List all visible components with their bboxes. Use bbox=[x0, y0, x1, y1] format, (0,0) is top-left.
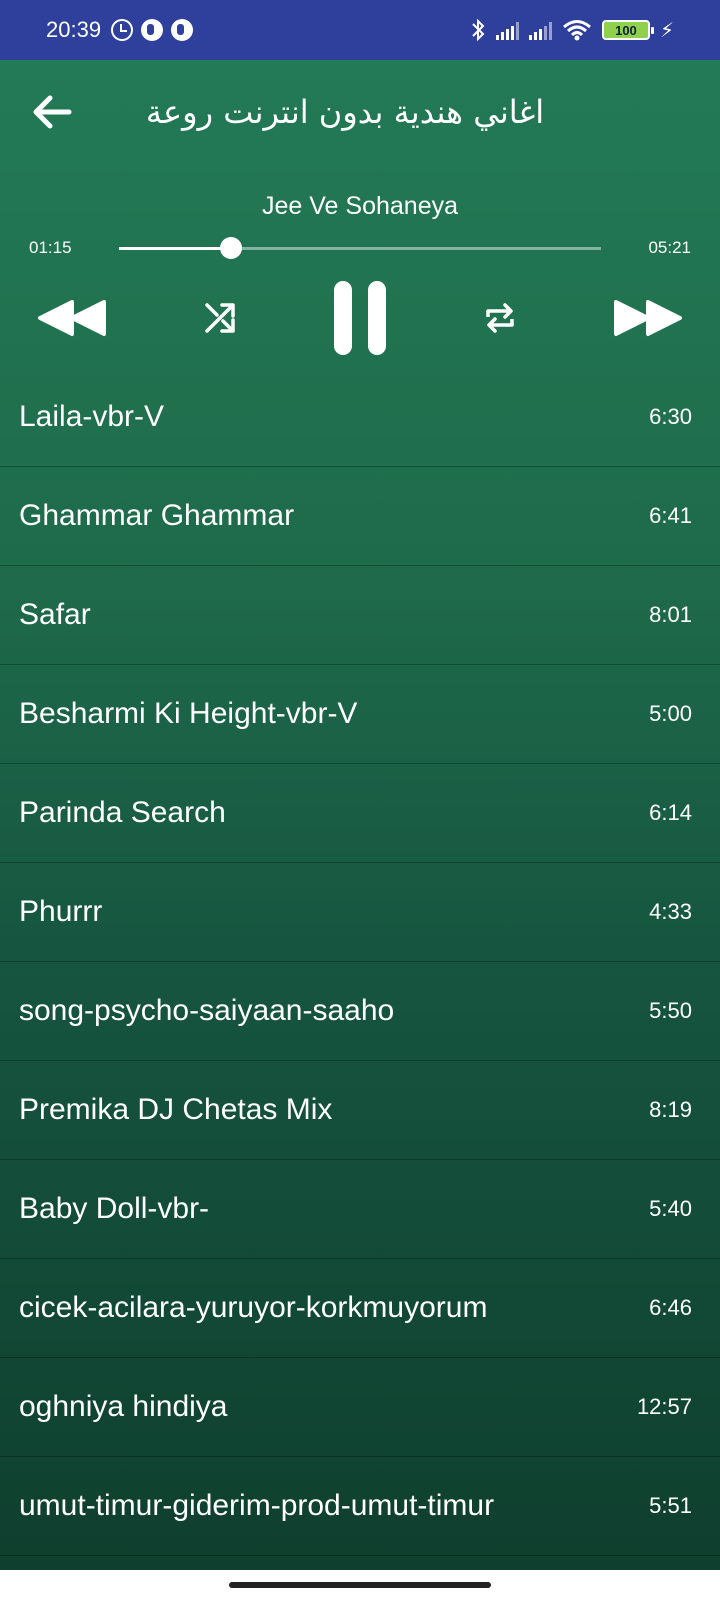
playback-controls bbox=[0, 268, 720, 368]
song-title: Besharmi Ki Height-vbr-V bbox=[19, 697, 358, 730]
song-list-item[interactable]: song-psycho-saiyaan-saaho 5:50 bbox=[0, 962, 720, 1061]
seek-bar[interactable] bbox=[119, 236, 601, 259]
song-list-item[interactable]: umut-timur-giderim-prod-umut-timur 5:51 bbox=[0, 1457, 720, 1556]
song-title: Safar bbox=[19, 598, 91, 631]
battery-icon: 100 bbox=[601, 20, 654, 40]
status-bar: 20:39 100 ⚡ bbox=[0, 0, 720, 60]
repeat-button[interactable] bbox=[483, 301, 517, 335]
song-duration: 5:51 bbox=[649, 1493, 692, 1518]
rewind-button[interactable] bbox=[36, 298, 108, 338]
song-duration: 6:30 bbox=[649, 404, 692, 429]
back-arrow-icon bbox=[33, 95, 72, 129]
song-list-item[interactable]: cicek-acilara-yuruyor-korkmuyorum 6:46 bbox=[0, 1259, 720, 1358]
song-list-item[interactable]: oghniya hindiya 12:57 bbox=[0, 1358, 720, 1457]
status-left: 20:39 bbox=[46, 17, 194, 43]
alarm-icon bbox=[111, 19, 134, 41]
bluetooth-icon bbox=[472, 18, 485, 42]
fast-forward-button[interactable] bbox=[612, 298, 684, 338]
app-screen: اغاني هندية بدون انترنت روعة Jee Ve Soha… bbox=[0, 60, 720, 1570]
seek-bar-thumb[interactable] bbox=[220, 236, 243, 259]
song-duration: 8:01 bbox=[649, 602, 692, 627]
song-title: umut-timur-giderim-prod-umut-timur bbox=[19, 1489, 495, 1522]
song-duration: 5:40 bbox=[649, 1196, 692, 1221]
home-gesture-handle[interactable] bbox=[229, 1582, 491, 1588]
song-title: song-psycho-saiyaan-saaho bbox=[19, 994, 395, 1027]
rewind-icon bbox=[38, 300, 106, 336]
now-playing-title: Jee Ve Sohaneya bbox=[262, 192, 458, 220]
wifi-icon bbox=[562, 20, 591, 41]
song-list-item[interactable]: Laila-vbr-V 6:30 bbox=[0, 368, 720, 467]
status-right: 100 ⚡ bbox=[470, 18, 674, 43]
song-title: Phurrr bbox=[19, 895, 103, 928]
song-list-item[interactable]: Safar 8:01 bbox=[0, 566, 720, 665]
song-list-item[interactable]: Premika DJ Chetas Mix 8:19 bbox=[0, 1061, 720, 1160]
app-notification-icon bbox=[171, 19, 194, 41]
pause-button[interactable] bbox=[332, 279, 388, 357]
song-title: cicek-acilara-yuruyor-korkmuyorum bbox=[19, 1291, 488, 1324]
song-duration: 4:33 bbox=[649, 899, 692, 924]
signal-icon bbox=[495, 20, 519, 40]
back-button[interactable] bbox=[30, 90, 74, 134]
song-duration: 5:00 bbox=[649, 701, 692, 726]
charging-icon: ⚡ bbox=[659, 19, 674, 42]
elapsed-time: 01:15 bbox=[29, 238, 72, 257]
repeat-icon bbox=[486, 303, 514, 333]
battery-level: 100 bbox=[615, 22, 637, 38]
status-time: 20:39 bbox=[46, 17, 102, 42]
song-duration: 6:41 bbox=[649, 503, 692, 528]
song-duration: 12:57 bbox=[636, 1394, 692, 1419]
shuffle-icon bbox=[205, 303, 235, 333]
system-navigation-bar bbox=[0, 1570, 720, 1600]
signal-icon bbox=[528, 20, 552, 40]
song-duration: 6:46 bbox=[649, 1295, 692, 1320]
total-time: 05:21 bbox=[648, 238, 691, 257]
app-header: اغاني هندية بدون انترنت روعة bbox=[0, 60, 720, 164]
song-list-item[interactable]: Ghammar Ghammar 6:41 bbox=[0, 467, 720, 566]
shuffle-button[interactable] bbox=[203, 301, 237, 335]
song-list-item[interactable]: Phurrr 4:33 bbox=[0, 863, 720, 962]
song-title: Ghammar Ghammar bbox=[19, 499, 295, 532]
app-notification-icon bbox=[141, 19, 164, 41]
song-duration: 8:19 bbox=[649, 1097, 692, 1122]
song-title: oghniya hindiya bbox=[19, 1390, 228, 1423]
song-title: Parinda Search bbox=[19, 796, 226, 829]
song-list-item[interactable]: Baby Doll-vbr- 5:40 bbox=[0, 1160, 720, 1259]
page-title: اغاني هندية بدون انترنت روعة bbox=[145, 93, 545, 131]
fast-forward-icon bbox=[614, 300, 682, 336]
progress-row: 01:15 05:21 bbox=[0, 228, 720, 268]
song-title: Laila-vbr-V bbox=[19, 400, 165, 433]
song-title: Premika DJ Chetas Mix bbox=[19, 1093, 333, 1126]
song-list-item[interactable]: Parinda Search 6:14 bbox=[0, 764, 720, 863]
song-list: Laila-vbr-V 6:30 Ghammar Ghammar 6:41 Safar 8… bbox=[0, 368, 720, 1556]
song-duration: 6:14 bbox=[649, 800, 692, 825]
song-title: Baby Doll-vbr- bbox=[19, 1192, 210, 1225]
pause-icon bbox=[334, 281, 386, 355]
song-duration: 5:50 bbox=[649, 998, 692, 1023]
seek-bar-fill bbox=[119, 246, 232, 250]
song-list-item[interactable]: Besharmi Ki Height-vbr-V 5:00 bbox=[0, 665, 720, 764]
